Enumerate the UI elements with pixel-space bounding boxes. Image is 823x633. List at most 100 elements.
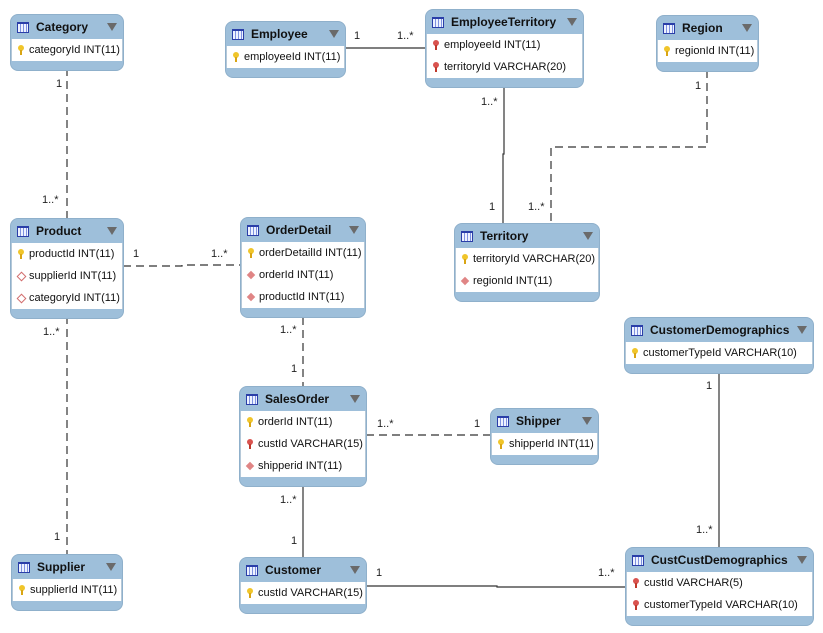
column-row[interactable]: territoryId VARCHAR(20): [427, 56, 582, 78]
table-header[interactable]: CustCustDemographics: [626, 548, 813, 572]
cardinality-label: 1: [54, 531, 61, 543]
collapse-caret-icon[interactable]: [107, 227, 117, 235]
column-name: customerTypeId VARCHAR(10): [643, 347, 797, 359]
collapse-caret-icon[interactable]: [742, 24, 752, 32]
column-row[interactable]: productId INT(11): [242, 286, 364, 308]
table-supplier[interactable]: Supplier supplierId INT(11): [12, 555, 122, 610]
cardinality-label: 1: [489, 201, 496, 213]
collapse-caret-icon[interactable]: [582, 417, 592, 425]
collapse-caret-icon[interactable]: [797, 556, 807, 564]
table-title: Region: [682, 21, 723, 35]
table-shipper[interactable]: Shipper shipperId INT(11): [491, 409, 598, 464]
primary-key-icon: [461, 254, 469, 264]
column-row[interactable]: regionId INT(11): [456, 270, 598, 292]
column-row[interactable]: regionId INT(11): [658, 40, 757, 62]
column-name: custId VARCHAR(5): [644, 577, 743, 589]
table-icon: [663, 22, 675, 34]
table-columns: orderId INT(11) custId VARCHAR(15) shipper…: [240, 411, 366, 477]
cardinality-label: 1: [706, 380, 713, 392]
column-row[interactable]: categoryId INT(11): [12, 287, 122, 309]
table-header[interactable]: Territory: [455, 224, 599, 248]
column-row[interactable]: custId VARCHAR(5): [627, 572, 812, 594]
column-name: territoryId VARCHAR(20): [444, 61, 567, 73]
table-header[interactable]: Shipper: [491, 409, 598, 433]
table-header[interactable]: Product: [11, 219, 123, 243]
table-employee[interactable]: Employee employeeId INT(11): [226, 22, 345, 77]
column-row[interactable]: territoryId VARCHAR(20): [456, 248, 598, 270]
table-header[interactable]: Employee: [226, 22, 345, 46]
table-header[interactable]: SalesOrder: [240, 387, 366, 411]
primary-key-icon: [247, 248, 255, 258]
table-icon: [497, 415, 509, 427]
table-customer[interactable]: Customer custId VARCHAR(15): [240, 558, 366, 613]
table-footer: [11, 61, 123, 70]
table-header[interactable]: EmployeeTerritory: [426, 10, 583, 34]
collapse-caret-icon[interactable]: [329, 30, 339, 38]
index-column-icon: [17, 271, 25, 281]
table-title: Shipper: [516, 414, 561, 428]
table-icon: [631, 324, 643, 336]
table-cust-cust-demographics[interactable]: CustCustDemographics custId VARCHAR(5) cus…: [626, 548, 813, 625]
collapse-caret-icon[interactable]: [349, 226, 359, 234]
column-row[interactable]: orderId INT(11): [241, 411, 365, 433]
column-name: productId INT(11): [29, 248, 115, 260]
table-icon: [461, 230, 473, 242]
table-title: Employee: [251, 27, 308, 41]
collapse-caret-icon[interactable]: [583, 232, 593, 240]
table-icon: [18, 561, 30, 573]
collapse-caret-icon[interactable]: [567, 18, 577, 26]
table-footer: [226, 68, 345, 77]
table-header[interactable]: OrderDetail: [241, 218, 365, 242]
column-row[interactable]: employeeId INT(11): [427, 34, 582, 56]
column-row[interactable]: employeeId INT(11): [227, 46, 344, 68]
table-title: SalesOrder: [265, 392, 330, 406]
column-name: supplierId INT(11): [30, 584, 118, 596]
table-order-detail[interactable]: OrderDetail orderDetailId INT(11) orderId …: [241, 218, 365, 317]
table-sales-order[interactable]: SalesOrder orderId INT(11) custId VARCHAR(…: [240, 387, 366, 486]
table-columns: territoryId VARCHAR(20) regionId INT(11): [455, 248, 599, 292]
column-row[interactable]: shipperId INT(11): [492, 433, 597, 455]
column-row[interactable]: categoryId INT(11): [12, 39, 122, 61]
table-product[interactable]: Product productId INT(11) supplierId INT(1…: [11, 219, 123, 318]
collapse-caret-icon[interactable]: [107, 23, 117, 31]
column-row[interactable]: orderId INT(11): [242, 264, 364, 286]
column-row[interactable]: shipperid INT(11): [241, 455, 365, 477]
column-row[interactable]: supplierId INT(11): [13, 579, 121, 601]
table-icon: [17, 225, 29, 237]
table-region[interactable]: Region regionId INT(11): [657, 16, 758, 71]
collapse-caret-icon[interactable]: [350, 566, 360, 574]
column-name: employeeId INT(11): [244, 51, 341, 63]
column-row[interactable]: productId INT(11): [12, 243, 122, 265]
column-row[interactable]: customerTypeId VARCHAR(10): [626, 342, 812, 364]
table-icon: [247, 224, 259, 236]
table-header[interactable]: Region: [657, 16, 758, 40]
column-row[interactable]: customerTypeId VARCHAR(10): [627, 594, 812, 616]
table-icon: [232, 28, 244, 40]
table-title: OrderDetail: [266, 223, 332, 237]
table-header[interactable]: Category: [11, 15, 123, 39]
table-footer: [11, 309, 123, 318]
table-header[interactable]: Supplier: [12, 555, 122, 579]
column-row[interactable]: supplierId INT(11): [12, 265, 122, 287]
collapse-caret-icon[interactable]: [106, 563, 116, 571]
table-header[interactable]: CustomerDemographics: [625, 318, 813, 342]
table-header[interactable]: Customer: [240, 558, 366, 582]
table-title: CustCustDemographics: [651, 553, 788, 567]
column-name: shipperId INT(11): [509, 438, 594, 450]
relationship-line-employeeterritory-territory[interactable]: [502, 86, 505, 224]
table-columns: categoryId INT(11): [11, 39, 123, 61]
collapse-caret-icon[interactable]: [350, 395, 360, 403]
relationship-line-product-orderdetail[interactable]: [123, 264, 241, 267]
table-employee-territory[interactable]: EmployeeTerritory employeeId INT(11) terri…: [426, 10, 583, 87]
relationship-line-region-territory[interactable]: [550, 70, 708, 224]
relationship-line-customer-custcustdemographics[interactable]: [366, 585, 626, 588]
table-category[interactable]: Category categoryId INT(11): [11, 15, 123, 70]
collapse-caret-icon[interactable]: [797, 326, 807, 334]
table-title: Supplier: [37, 560, 86, 574]
column-row[interactable]: custId VARCHAR(15): [241, 433, 365, 455]
er-diagram-canvas: 1 1..* 1 1..* 1..* 1 1 1..* 1 1..* 1..* 1 1..* 1 1..* 1…: [0, 0, 823, 633]
table-customer-demographics[interactable]: CustomerDemographics customerTypeId VARCH…: [625, 318, 813, 373]
column-row[interactable]: orderDetailId INT(11): [242, 242, 364, 264]
column-row[interactable]: custId VARCHAR(15): [241, 582, 365, 604]
table-territory[interactable]: Territory territoryId VARCHAR(20) regionId…: [455, 224, 599, 301]
